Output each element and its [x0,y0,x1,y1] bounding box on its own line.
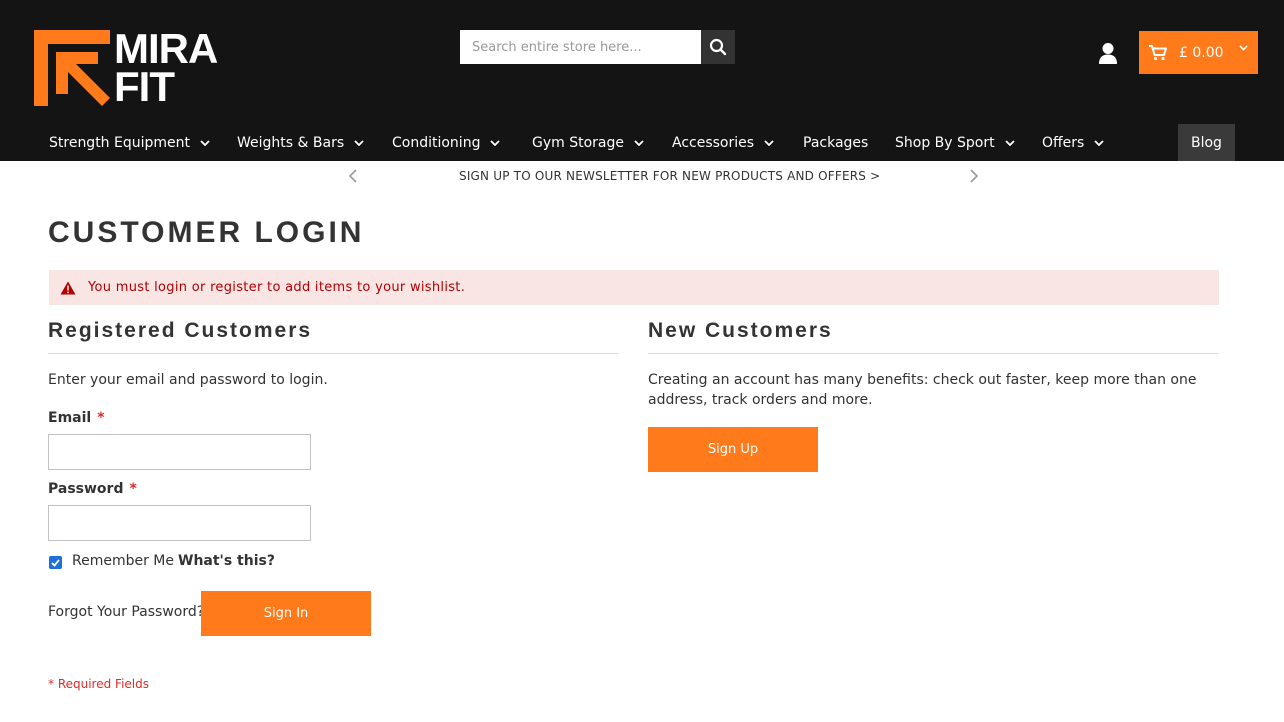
chevron-down-icon [1239,45,1248,51]
account-button[interactable] [1097,42,1119,66]
main-navigation: Strength Equipment Weights & Bars Condit… [0,124,1284,161]
chevron-down-icon [634,139,644,146]
nav-item-blog[interactable]: Blog [1178,124,1235,161]
nav-item-label: Offers [1042,134,1085,151]
nav-item-strength-equipment[interactable]: Strength Equipment [49,124,210,161]
nav-item-packages[interactable]: Packages [803,124,868,161]
remember-me-checkbox[interactable] [49,556,62,569]
site-header: MIRA FIT £ 0.00 Strength Equipment [0,0,1284,161]
new-customers-title: New Customers [648,319,833,342]
cart-total: £ 0.00 [1179,44,1224,61]
chevron-right-icon[interactable] [966,168,980,184]
minicart-button[interactable]: £ 0.00 [1139,31,1258,74]
nav-item-label: Blog [1191,134,1222,151]
remember-me-row: Remember Me What's this? [49,553,275,569]
promo-bar: SIGN UP TO OUR NEWSLETTER FOR NEW PRODUC… [0,161,1284,191]
logo-text-fit: FIT [114,63,175,110]
chevron-down-icon [490,139,501,146]
error-message: You must login or register to add items … [49,270,1219,305]
mirafit-logo[interactable]: MIRA FIT [34,28,238,110]
email-field[interactable] [48,434,311,470]
required-fields-note: * Required Fields [48,677,149,691]
newsletter-promo-link[interactable]: SIGN UP TO OUR NEWSLETTER FOR NEW PRODUC… [459,169,880,183]
chevron-down-icon [1094,139,1104,146]
chevron-down-icon [354,139,364,146]
remember-me-label: Remember Me [72,553,174,569]
nav-item-shop-by-sport[interactable]: Shop By Sport [895,124,1015,161]
nav-item-conditioning[interactable]: Conditioning [392,124,501,161]
nav-item-offers[interactable]: Offers [1042,124,1104,161]
nav-item-label: Shop By Sport [895,134,995,151]
cart-icon [1149,44,1167,60]
warning-icon [60,281,76,294]
new-customers-intro-text: Creating an account has many benefits: c… [648,372,1197,408]
search-button[interactable] [701,30,735,64]
required-asterisk: * [129,481,137,497]
forgot-password-link[interactable]: Forgot Your Password? [48,604,204,620]
error-message-text: You must login or register to add items … [88,280,466,295]
password-field[interactable] [48,505,311,541]
registered-customers-title: Registered Customers [48,319,313,342]
nav-item-label: Weights & Bars [237,134,345,151]
email-label-text: Email [48,410,92,426]
logo-mark-icon [34,30,110,106]
chevron-down-icon [1004,139,1015,146]
nav-item-gym-storage[interactable]: Gym Storage [532,124,644,161]
nav-item-label: Gym Storage [532,134,624,151]
sign-up-button[interactable]: Sign Up [648,427,818,472]
user-icon [1099,43,1117,64]
nav-item-label: Packages [803,134,869,151]
chevron-down-icon [764,139,774,146]
chevron-left-icon[interactable] [347,168,361,184]
sign-in-button[interactable]: Sign In [201,591,371,636]
whats-this-link[interactable]: What's this? [178,553,275,569]
search-icon [709,38,727,56]
password-label: Password * [48,481,137,497]
required-asterisk: * [97,410,105,426]
search-input[interactable] [460,30,701,64]
page-title: CUSTOMER LOGIN [48,216,365,249]
nav-item-label: Accessories [672,134,755,151]
section-divider [48,353,619,354]
nav-item-label: Conditioning [392,134,481,151]
checkmark-icon [51,558,60,567]
nav-item-weights-bars[interactable]: Weights & Bars [237,124,364,161]
chevron-down-icon [200,139,210,146]
password-label-text: Password [48,481,124,497]
nav-item-accessories[interactable]: Accessories [672,124,774,161]
email-label: Email * [48,410,105,426]
nav-item-label: Strength Equipment [49,134,191,151]
section-divider [648,353,1219,354]
login-intro-text: Enter your email and password to login. [48,372,328,388]
